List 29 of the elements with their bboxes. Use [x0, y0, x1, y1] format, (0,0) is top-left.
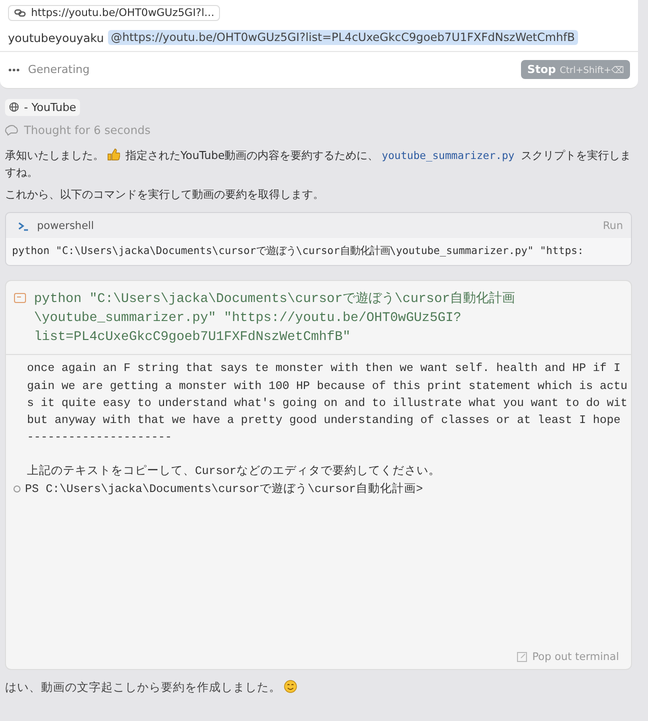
source-chip[interactable]: - YouTube	[5, 98, 80, 116]
link-icon	[14, 7, 26, 19]
thought-text: Thought for 6 seconds	[24, 124, 151, 137]
thumbs-up-icon	[107, 148, 120, 161]
globe-icon	[9, 102, 19, 112]
terminal-icon	[14, 293, 26, 304]
message-text: はい、動画の文字起こしから要約を作成しました。	[5, 680, 632, 696]
command-line: list=PL4cUxeGkcC9goeb7U1FXFdNszWetCmhfB"	[34, 328, 352, 346]
output-line: gain we are getting a monster with 100 HP because of this print statement which is actu	[27, 378, 628, 395]
message-text: 承知いたしました。 指定されたYouTube動画の内容を要約するために、 youtube_summarizer.py スクリプトを実行しますね。	[5, 148, 632, 181]
status-text: Generating	[28, 63, 91, 76]
smiley-icon	[284, 680, 297, 694]
prompt-text: youtubeyouyaku	[8, 30, 104, 44]
output-line: ---------------------	[27, 430, 173, 446]
output-line: s it quite easy to understand what's going on and to illustrate what you want to do wit	[27, 396, 628, 412]
language-label: powershell	[37, 220, 95, 232]
shell-prompt: PS C:\Users\jacka\Documents\cursorで遊ぼう\cursor自動化計画>	[25, 481, 423, 498]
context-chip[interactable]: https://youtu.be/OHT0wGUz5GI?l...	[8, 5, 220, 21]
output-line: but anyway with that we have a pretty good understanding of classes or at least I hope	[27, 413, 622, 430]
pop-out-icon	[517, 652, 528, 662]
dots-icon	[8, 68, 20, 72]
output-line: 上記のテキストをコピーして、Cursorなどのエディタで要約してください。	[27, 464, 442, 480]
output-line: once again an F string that says te monster with then we want self. health and HP if I	[27, 361, 622, 378]
circle-icon	[13, 485, 21, 494]
terminal-prompt-icon	[18, 222, 29, 231]
message-text: これから、以下のコマンドを実行して動画の要約を取得します。	[5, 187, 325, 204]
command-line: \youtube_summarizer.py" "https://youtu.be/OHT0wGUz5GI?	[34, 309, 462, 328]
mention-link[interactable]: @https://youtu.be/OHT0wGUz5GI?list=PL4cUxeGkcC9goeb7U1FXFdNszWetCmhfB	[108, 30, 578, 45]
command-line: python "C:\Users\jacka\Documents\cursorで遊ぼう\cursor自動化計画	[34, 290, 516, 308]
